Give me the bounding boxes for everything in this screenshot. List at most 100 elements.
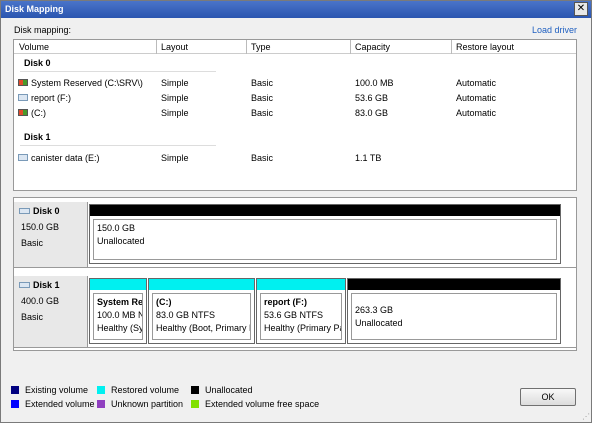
divider [20, 71, 216, 72]
disk-icon [19, 281, 30, 288]
layout-cell: Simple [161, 108, 189, 118]
type-cell: Basic [251, 108, 274, 118]
legend-item: Restored volume [97, 385, 179, 395]
column-separator[interactable] [451, 40, 452, 54]
section-label: Disk mapping: [14, 25, 72, 35]
restore-layout-cell[interactable]: Automatic [456, 78, 496, 88]
column-header-restore-layout[interactable]: Restore layout [456, 42, 514, 52]
type-cell: Basic [251, 93, 274, 103]
disk-map-panel: Disk 0 150.0 GB Basic 150.0 GB Unallocat… [13, 197, 577, 351]
partition-title: System Reserved [97, 297, 143, 307]
partition-unallocated[interactable]: 263.3 GB Unallocated [347, 278, 561, 344]
legend-label: Restored volume [111, 385, 180, 395]
restore-layout-cell[interactable]: Automatic [456, 93, 496, 103]
partition-size: 263.3 GB [355, 305, 394, 315]
partition-label: 150.0 GB Unallocated [93, 219, 557, 260]
partition-color-bar [149, 279, 254, 290]
disk-group-header: Disk 0 [24, 58, 51, 68]
volume-icon [18, 94, 28, 102]
type-cell: Basic [251, 153, 274, 163]
partition-status: Healthy (System, Active, Primary Partiti… [97, 323, 142, 333]
partition-color-bar [90, 205, 560, 216]
legend-swatch [97, 399, 105, 408]
column-header-capacity[interactable]: Capacity [355, 42, 390, 52]
legend-swatch [11, 399, 19, 408]
column-separator[interactable] [350, 40, 351, 54]
legend-label: Unallocated [205, 385, 253, 395]
volume-icon [18, 154, 28, 162]
partition-report[interactable]: report (F:) 53.6 GB NTFS Healthy (Primar… [256, 278, 346, 344]
legend-label: Existing volume [25, 385, 89, 395]
partition-label: 263.3 GB Unallocated [351, 293, 557, 340]
partition-label: report (F:) 53.6 GB NTFS Healthy (Primar… [260, 293, 342, 340]
disk-type: Basic [21, 312, 44, 322]
column-header-type[interactable]: Type [251, 42, 271, 52]
divider [20, 145, 216, 146]
volume-name: (C:) [31, 108, 46, 118]
legend-label: Extended volume free space [205, 399, 320, 409]
volume-cell: System Reserved (C:\SRV\) [18, 78, 143, 88]
legend-item: Existing volume [11, 385, 88, 395]
disk-map-disk-1[interactable]: Disk 1 400.0 GB Basic System Reserved 10… [14, 276, 576, 348]
disk-info: Disk 0 150.0 GB Basic [14, 202, 88, 267]
disk-map-disk-0[interactable]: Disk 0 150.0 GB Basic 150.0 GB Unallocat… [14, 202, 576, 268]
disk-size: 400.0 GB [21, 296, 60, 306]
capacity-cell: 1.1 TB [355, 153, 382, 163]
legend-label: Extended volume [25, 399, 95, 409]
partition-unallocated[interactable]: 150.0 GB Unallocated [89, 204, 561, 264]
capacity-cell: 100.0 MB [355, 78, 394, 88]
table-row[interactable]: canister data (E:) Simple Basic 1.1 TB [14, 153, 576, 166]
restore-layout-cell[interactable]: Automatic [456, 108, 496, 118]
volume-cell: (C:) [18, 108, 46, 118]
disk-name: Disk 0 [19, 206, 60, 216]
disk-name: Disk 1 [19, 280, 60, 290]
volume-name: canister data (E:) [31, 153, 100, 163]
column-separator[interactable] [246, 40, 247, 54]
type-cell: Basic [251, 78, 274, 88]
ok-button[interactable]: OK [520, 388, 576, 406]
system-volume-icon [18, 79, 28, 87]
legend-swatch [191, 385, 199, 394]
capacity-cell: 53.6 GB [355, 93, 389, 103]
partition-color-bar [348, 279, 560, 290]
disk-size: 150.0 GB [21, 222, 60, 232]
partition-c[interactable]: (C:) 83.0 GB NTFS Healthy (Boot, Primary… [148, 278, 255, 344]
partition-color-bar [257, 279, 345, 290]
legend-swatch [11, 385, 19, 394]
disk-mapping-dialog: Disk Mapping ✕ Disk mapping: Load driver… [0, 0, 592, 423]
layout-cell: Simple [161, 153, 189, 163]
close-icon[interactable]: ✕ [574, 2, 588, 16]
legend-item: Unknown partition [97, 399, 183, 409]
partition-label: System Reserved 100.0 MB NTFS Healthy (S… [93, 293, 143, 340]
column-separator[interactable] [156, 40, 157, 54]
layout-cell: Simple [161, 93, 189, 103]
partition-status: Unallocated [355, 318, 403, 328]
legend-swatch [97, 385, 105, 394]
partition-status: Healthy (Primary Partition) [264, 323, 341, 333]
resize-grip-icon[interactable]: ⋰ [582, 413, 590, 421]
partition-color-bar [90, 279, 146, 290]
column-header-volume[interactable]: Volume [19, 42, 49, 52]
table-row[interactable]: (C:) Simple Basic 83.0 GB Automatic [14, 108, 576, 121]
partition-system-reserved[interactable]: System Reserved 100.0 MB NTFS Healthy (S… [89, 278, 147, 344]
partition-size: 83.0 GB NTFS [156, 310, 216, 320]
column-header-layout[interactable]: Layout [161, 42, 188, 52]
title-bar: Disk Mapping ✕ [1, 1, 591, 18]
partition-size: 53.6 GB NTFS [264, 310, 324, 320]
load-driver-link[interactable]: Load driver [532, 25, 577, 35]
volume-cell: report (F:) [18, 93, 71, 103]
volume-cell: canister data (E:) [18, 153, 100, 163]
layout-cell: Simple [161, 78, 189, 88]
legend-item: Extended volume [11, 399, 95, 409]
table-row[interactable]: report (F:) Simple Basic 53.6 GB Automat… [14, 93, 576, 106]
partition-status: Unallocated [97, 236, 145, 246]
window-title: Disk Mapping [5, 4, 64, 14]
legend-swatch [191, 399, 199, 408]
legend: Existing volume Restored volume Unalloca… [11, 385, 351, 413]
disk-type: Basic [21, 238, 44, 248]
disk-group-header: Disk 1 [24, 132, 51, 142]
table-row[interactable]: System Reserved (C:\SRV\) Simple Basic 1… [14, 78, 576, 91]
table-header: Volume Layout Type Capacity Restore layo… [14, 40, 576, 54]
legend-item: Extended volume free space [191, 399, 319, 409]
partition-size: 100.0 MB NTFS [97, 310, 142, 320]
